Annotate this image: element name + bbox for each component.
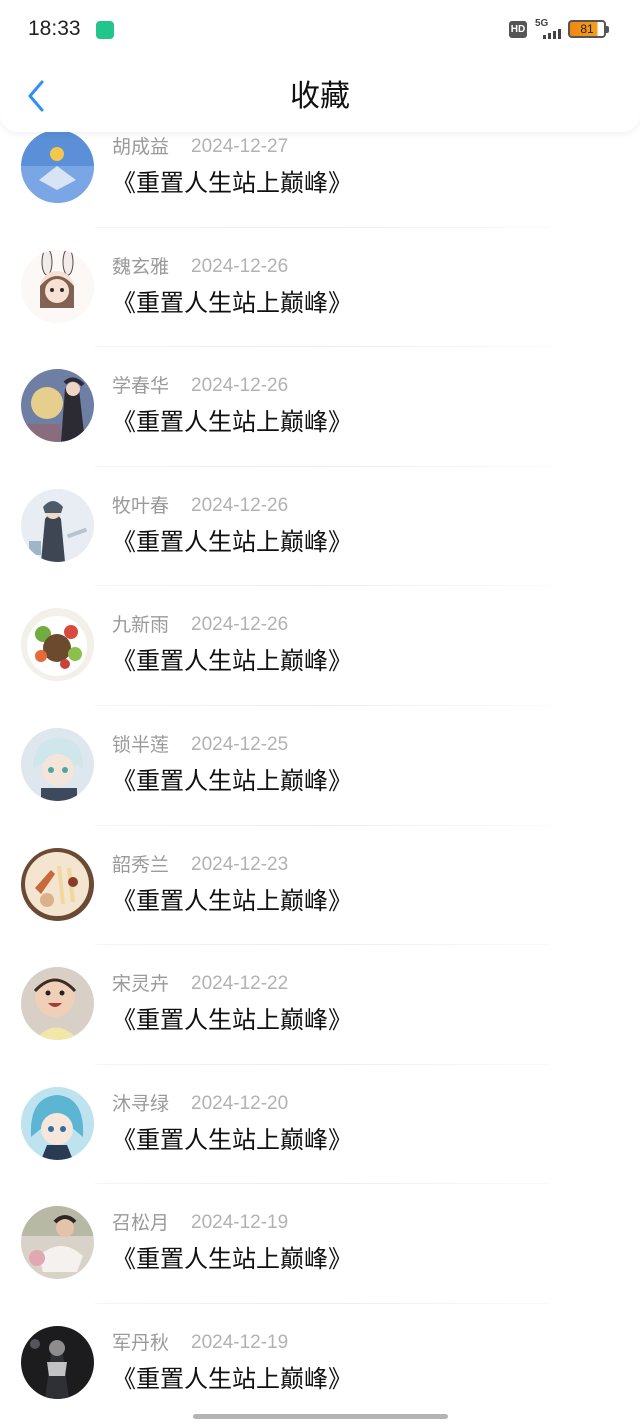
app-notification-icon: [96, 21, 114, 39]
battery-level: 81: [580, 22, 594, 36]
avatar[interactable]: [21, 608, 94, 682]
item-date: 2024-12-20: [191, 1092, 289, 1114]
item-user-name: 召松月: [112, 1212, 170, 1235]
item-user-name: 胡成益: [112, 136, 170, 158]
avatar[interactable]: [21, 369, 94, 443]
item-date: 2024-12-26: [191, 494, 289, 516]
item-date: 2024-12-19: [191, 1331, 289, 1353]
item-title[interactable]: 《重置人生站上巅峰》: [112, 766, 352, 796]
item-user-name: 军丹秋: [112, 1331, 170, 1354]
avatar[interactable]: [21, 249, 94, 323]
item-date: 2024-12-23: [191, 853, 289, 875]
item-title[interactable]: 《重置人生站上巅峰》: [112, 1125, 352, 1155]
status-time: 18:33: [28, 17, 81, 40]
avatar[interactable]: [21, 847, 94, 921]
list-item[interactable]: 宋灵卉 2024-12-22 《重置人生站上巅峰》: [0, 945, 640, 1065]
item-date: 2024-12-25: [191, 733, 289, 755]
header: 收藏: [0, 60, 640, 132]
item-user-name: 沐寻绿: [112, 1092, 170, 1115]
page-title: 收藏: [290, 79, 350, 114]
avatar[interactable]: [21, 130, 94, 203]
item-title[interactable]: 《重置人生站上巅峰》: [112, 646, 352, 676]
item-user-name: 韶秀兰: [112, 853, 170, 876]
list-item[interactable]: 锁半莲 2024-12-25 《重置人生站上巅峰》: [0, 706, 640, 826]
favorites-list: 胡成益 2024-12-27 《重置人生站上巅峰》 魏玄雅 2024-12-26…: [0, 108, 640, 1424]
list-item[interactable]: 魏玄雅 2024-12-26 《重置人生站上巅峰》: [0, 228, 640, 348]
list-item[interactable]: 召松月 2024-12-19 《重置人生站上巅峰》: [0, 1184, 640, 1304]
item-date: 2024-12-26: [191, 375, 289, 397]
item-user-name: 九新雨: [112, 614, 170, 637]
list-item[interactable]: 韶秀兰 2024-12-23 《重置人生站上巅峰》: [0, 826, 640, 946]
item-user-name: 锁半莲: [112, 733, 170, 756]
home-indicator[interactable]: [193, 1414, 448, 1419]
item-title[interactable]: 《重置人生站上巅峰》: [112, 168, 352, 198]
network-label: 5G: [535, 18, 549, 29]
status-bar: 18:33 HD 5G 81: [0, 0, 640, 60]
item-date: 2024-12-26: [191, 255, 289, 277]
avatar[interactable]: [21, 1086, 94, 1160]
item-user-name: 宋灵卉: [112, 973, 170, 996]
avatar[interactable]: [21, 967, 94, 1041]
item-title[interactable]: 《重置人生站上巅峰》: [112, 407, 352, 437]
item-title[interactable]: 《重置人生站上巅峰》: [112, 288, 352, 318]
item-title[interactable]: 《重置人生站上巅峰》: [112, 1364, 352, 1394]
list-item[interactable]: 学春华 2024-12-26 《重置人生站上巅峰》: [0, 347, 640, 467]
item-date: 2024-12-22: [191, 973, 289, 995]
list-item[interactable]: 军丹秋 2024-12-19 《重置人生站上巅峰》: [0, 1304, 640, 1424]
item-date: 2024-12-19: [191, 1212, 289, 1234]
hd-badge: HD: [509, 21, 527, 38]
item-date: 2024-12-27: [191, 136, 289, 157]
item-date: 2024-12-26: [191, 614, 289, 636]
avatar[interactable]: [21, 727, 94, 801]
signal-icon: 5G: [534, 18, 561, 41]
item-title[interactable]: 《重置人生站上巅峰》: [112, 886, 352, 916]
avatar[interactable]: [21, 1325, 94, 1399]
list-item[interactable]: 沐寻绿 2024-12-20 《重置人生站上巅峰》: [0, 1065, 640, 1185]
item-user-name: 牧叶春: [112, 494, 170, 517]
avatar[interactable]: [21, 488, 94, 562]
item-title[interactable]: 《重置人生站上巅峰》: [112, 1244, 352, 1274]
avatar[interactable]: [21, 1206, 94, 1280]
item-title[interactable]: 《重置人生站上巅峰》: [112, 1005, 352, 1035]
list-item[interactable]: 牧叶春 2024-12-26 《重置人生站上巅峰》: [0, 467, 640, 587]
item-user-name: 魏玄雅: [112, 255, 170, 278]
battery-icon: 81: [568, 20, 609, 38]
list-item[interactable]: 九新雨 2024-12-26 《重置人生站上巅峰》: [0, 586, 640, 706]
item-user-name: 学春华: [112, 375, 170, 398]
item-title[interactable]: 《重置人生站上巅峰》: [112, 527, 352, 557]
